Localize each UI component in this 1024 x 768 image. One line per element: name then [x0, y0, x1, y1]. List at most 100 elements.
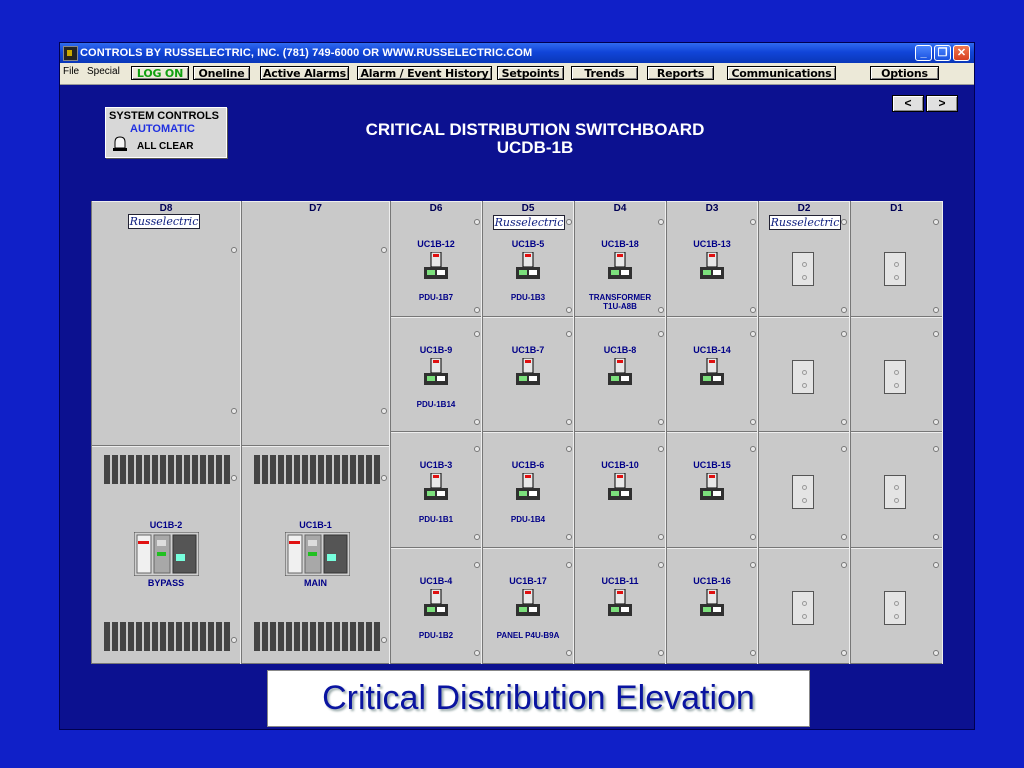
blank-cover-plate [884, 591, 906, 625]
setpoints-button[interactable]: Setpoints [497, 66, 564, 80]
feeder-unit[interactable]: UC1B-5 PDU-1B3 [483, 201, 573, 317]
maximize-button[interactable]: ❐ [934, 45, 951, 61]
power-meter-icon [424, 252, 448, 279]
blank-cover-plate [792, 475, 814, 509]
feeder-unit[interactable]: UC1B-15 [667, 432, 757, 548]
plate-fastener [894, 275, 899, 280]
unit-id: UC1B-10 [601, 460, 639, 470]
unit-id: UC1B-8 [603, 345, 637, 355]
screw [750, 219, 756, 225]
screw [750, 534, 756, 540]
feeder-unit[interactable]: UC1B-11 [575, 548, 665, 664]
menu-bar: File Special LOG ON Oneline Active Alarm… [60, 63, 974, 85]
options-button[interactable]: Options [870, 66, 939, 80]
spare-compartment [851, 548, 942, 664]
breaker-compartment[interactable]: UC1B-1 MAIN [242, 446, 389, 664]
power-meter-icon [700, 358, 724, 385]
feeder-unit[interactable]: UC1B-9 PDU-1B14 [391, 317, 481, 432]
screw [841, 446, 847, 452]
power-meter-icon [424, 589, 448, 616]
plate-fastener [802, 370, 807, 375]
menu-file[interactable]: File [63, 66, 79, 77]
feeder-unit[interactable]: UC1B-12 PDU-1B7 [391, 201, 481, 317]
blank-compartment [242, 201, 389, 446]
screw [841, 650, 847, 656]
screw [474, 307, 480, 313]
screw [933, 307, 939, 313]
prev-page-button[interactable]: < [892, 95, 924, 112]
feeder-unit[interactable]: UC1B-18 TRANSFORMER T1U-A8B [575, 201, 665, 317]
feeder-unit[interactable]: UC1B-13 [667, 201, 757, 317]
active-alarms-button[interactable]: Active Alarms [260, 66, 349, 80]
screw [933, 446, 939, 452]
feeder-unit[interactable]: UC1B-10 [575, 432, 665, 548]
spare-compartment [759, 317, 849, 432]
screw [381, 247, 387, 253]
plate-fastener [894, 614, 899, 619]
blank-cover-plate [792, 591, 814, 625]
spare-compartment [759, 548, 849, 664]
unit-load-label: PDU-1B3 [510, 293, 546, 302]
screw [933, 419, 939, 425]
log-on-button[interactable]: LOG ON [131, 66, 189, 80]
screw [750, 307, 756, 313]
unit-load-label: PDU-1B7 [418, 293, 454, 302]
unit-id: UC1B-7 [511, 345, 545, 355]
system-controls-panel[interactable]: SYSTEM CONTROLS AUTOMATIC ALL CLEAR [105, 107, 227, 158]
reports-button[interactable]: Reports [647, 66, 714, 80]
next-page-button[interactable]: > [926, 95, 958, 112]
unit-id: UC1B-13 [693, 239, 731, 249]
feeder-unit[interactable]: UC1B-17 PANEL P4U-B9A [483, 548, 573, 664]
screw [841, 331, 847, 337]
close-button[interactable]: ✕ [953, 45, 970, 61]
trends-button[interactable]: Trends [571, 66, 638, 80]
section-d2: D2 Russelectric [758, 201, 850, 664]
screw [658, 650, 664, 656]
feeder-unit[interactable]: UC1B-7 [483, 317, 573, 432]
breaker-icon [134, 532, 199, 576]
breaker-name: BYPASS [147, 578, 185, 588]
alarm-event-history-button[interactable]: Alarm / Event History [357, 66, 492, 80]
unit-load-label: PDU-1B14 [416, 400, 456, 409]
spare-compartment [851, 317, 942, 432]
unit-id: UC1B-3 [419, 460, 453, 470]
oneline-button[interactable]: Oneline [193, 66, 250, 80]
feeder-unit[interactable]: UC1B-6 PDU-1B4 [483, 432, 573, 548]
power-meter-icon [516, 252, 540, 279]
screw [933, 534, 939, 540]
screw [750, 446, 756, 452]
title-bar: CONTROLS BY RUSSELECTRIC, INC. (781) 749… [60, 43, 974, 63]
unit-id: UC1B-16 [693, 576, 731, 586]
screw [658, 534, 664, 540]
feeder-unit[interactable]: UC1B-4 PDU-1B2 [391, 548, 481, 664]
unit-id: UC1B-18 [601, 239, 639, 249]
screw [933, 219, 939, 225]
feeder-unit[interactable]: UC1B-16 [667, 548, 757, 664]
feeder-unit[interactable]: UC1B-8 [575, 317, 665, 432]
screw [750, 562, 756, 568]
communications-button[interactable]: Communications [727, 66, 836, 80]
screw [474, 534, 480, 540]
unit-id: UC1B-9 [419, 345, 453, 355]
minimize-button[interactable]: _ [915, 45, 932, 61]
menu-special[interactable]: Special [87, 66, 120, 77]
unit-id: UC1B-11 [601, 576, 639, 586]
plate-fastener [802, 383, 807, 388]
power-meter-icon [424, 473, 448, 500]
unit-id: UC1B-12 [417, 239, 455, 249]
unit-id: UC1B-15 [693, 460, 731, 470]
vent-grille [104, 622, 230, 651]
screw [566, 650, 572, 656]
screw [566, 307, 572, 313]
power-meter-icon [608, 252, 632, 279]
unit-load-label: PDU-1B1 [418, 515, 454, 524]
page-title: CRITICAL DISTRIBUTION SWITCHBOARD UCDB-1… [300, 121, 770, 157]
plate-fastener [802, 601, 807, 606]
screw [658, 562, 664, 568]
breaker-compartment[interactable]: UC1B-2 BYPASS [92, 446, 240, 664]
feeder-unit[interactable]: UC1B-3 PDU-1B1 [391, 432, 481, 548]
plate-fastener [802, 498, 807, 503]
feeder-unit[interactable]: UC1B-14 [667, 317, 757, 432]
screw [841, 562, 847, 568]
plate-fastener [802, 485, 807, 490]
